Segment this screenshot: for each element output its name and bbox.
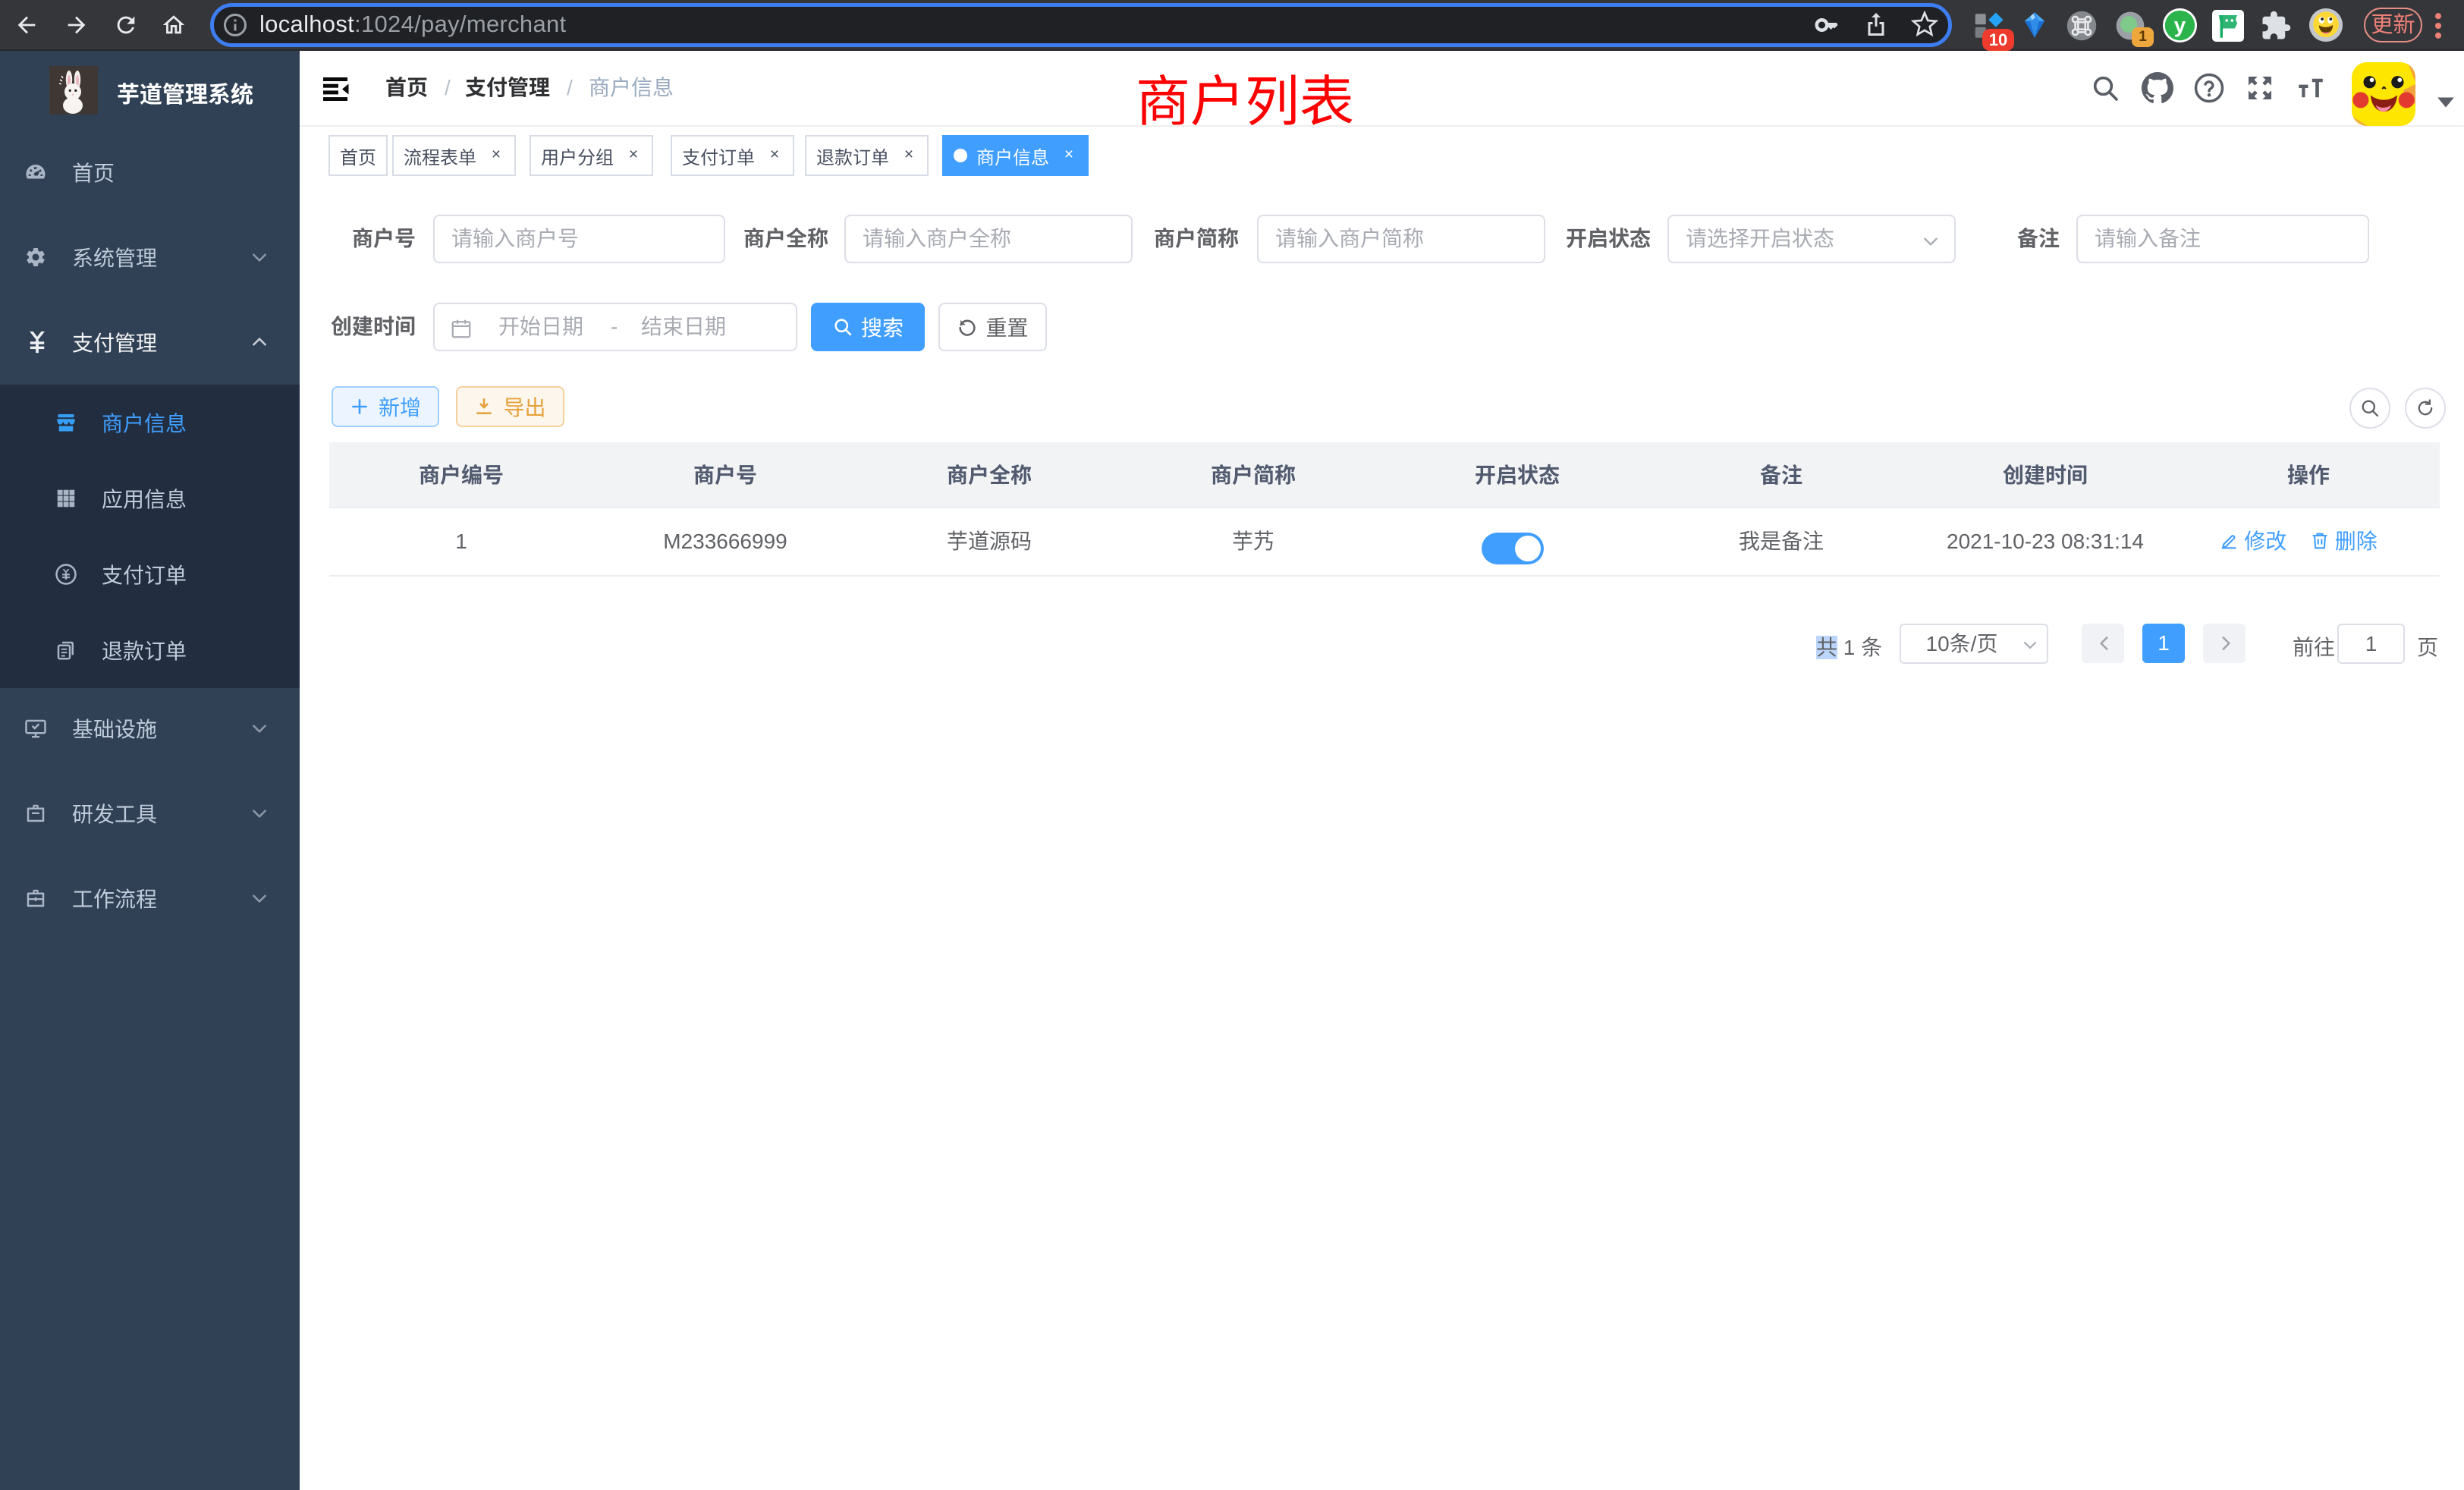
svg-text:y: y (2174, 13, 2186, 36)
